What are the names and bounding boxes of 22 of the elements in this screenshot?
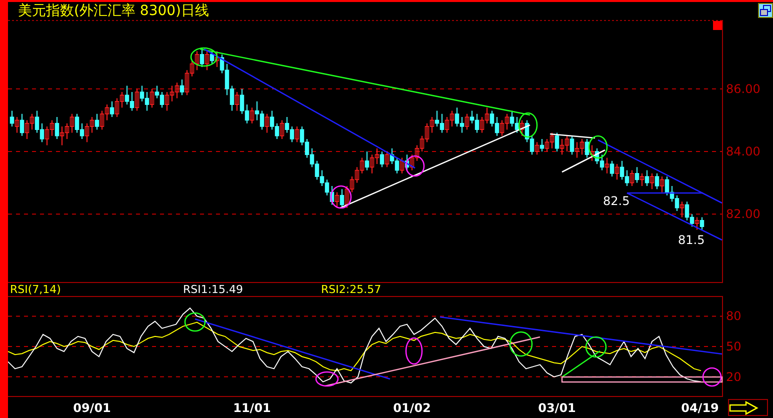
next-button[interactable] <box>728 399 768 416</box>
price-annotation: 82.5 <box>603 194 630 208</box>
indicator-name: RSI(7,14) <box>10 283 61 296</box>
date-label: 11/01 <box>233 401 271 415</box>
axis-label: 20 <box>726 370 742 384</box>
date-label: 09/01 <box>73 401 111 415</box>
restore-window-button[interactable] <box>758 2 773 18</box>
date-label: 03/01 <box>538 401 576 415</box>
marker-square <box>713 21 722 30</box>
restore-window-icon <box>760 4 771 16</box>
axis-label: 80 <box>726 309 742 324</box>
axis-label: 50 <box>726 340 742 354</box>
indicator-value: RSI1:15.49 <box>182 283 244 296</box>
axis-label: 82.00 <box>726 207 760 222</box>
price-annotation: 81.5 <box>678 233 705 247</box>
axis-label: 84.00 <box>726 144 760 158</box>
right-arrow-icon <box>729 400 759 414</box>
date-label: 01/02 <box>393 401 431 415</box>
chart-title: 美元指数(外汇汇率 8300)日线 <box>18 2 210 20</box>
axis-label: 86.00 <box>726 82 760 96</box>
indicator-value: RSI2:25.57 <box>321 283 382 296</box>
date-label: 04/19 <box>681 401 719 415</box>
